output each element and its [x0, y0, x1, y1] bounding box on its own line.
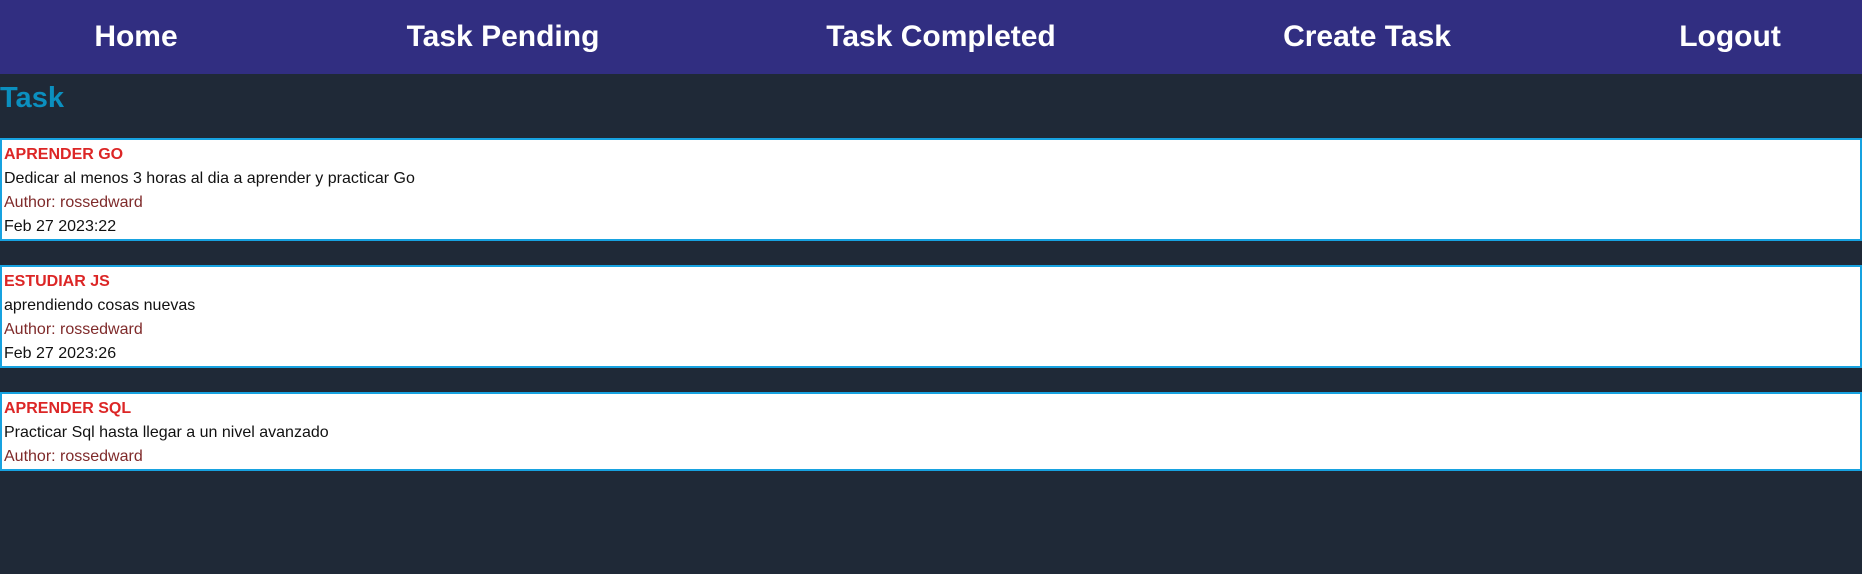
- task-description: Dedicar al menos 3 horas al dia a aprend…: [4, 170, 415, 187]
- task-card: APRENDER SQL Practicar Sql hasta llegar …: [0, 392, 1862, 471]
- task-description: Practicar Sql hasta llegar a un nivel av…: [4, 424, 329, 441]
- task-title: APRENDER GO: [4, 146, 124, 163]
- nav-logout-link[interactable]: Logout: [1679, 0, 1781, 74]
- main-navbar: Home Task Pending Task Completed Create …: [0, 0, 1862, 74]
- nav-create-task-link[interactable]: Create Task: [1283, 0, 1451, 74]
- task-card: APRENDER GO Dedicar al menos 3 horas al …: [0, 138, 1862, 241]
- task-description: aprendiendo cosas nuevas: [4, 297, 196, 314]
- page-title: Task: [0, 82, 64, 114]
- nav-task-completed-link[interactable]: Task Completed: [826, 0, 1056, 74]
- task-date: Feb 27 2023:22: [4, 218, 117, 235]
- nav-task-pending-link[interactable]: Task Pending: [407, 0, 600, 74]
- task-card: ESTUDIAR JS aprendiendo cosas nuevas Aut…: [0, 265, 1862, 368]
- task-author: Author: rossedward: [4, 194, 143, 211]
- nav-home-link[interactable]: Home: [94, 0, 177, 74]
- task-list: APRENDER GO Dedicar al menos 3 horas al …: [0, 138, 1862, 471]
- task-title: APRENDER SQL: [4, 400, 132, 417]
- task-author: Author: rossedward: [4, 321, 143, 338]
- task-author: Author: rossedward: [4, 448, 143, 465]
- task-date: Feb 27 2023:26: [4, 345, 117, 362]
- task-title: ESTUDIAR JS: [4, 273, 110, 290]
